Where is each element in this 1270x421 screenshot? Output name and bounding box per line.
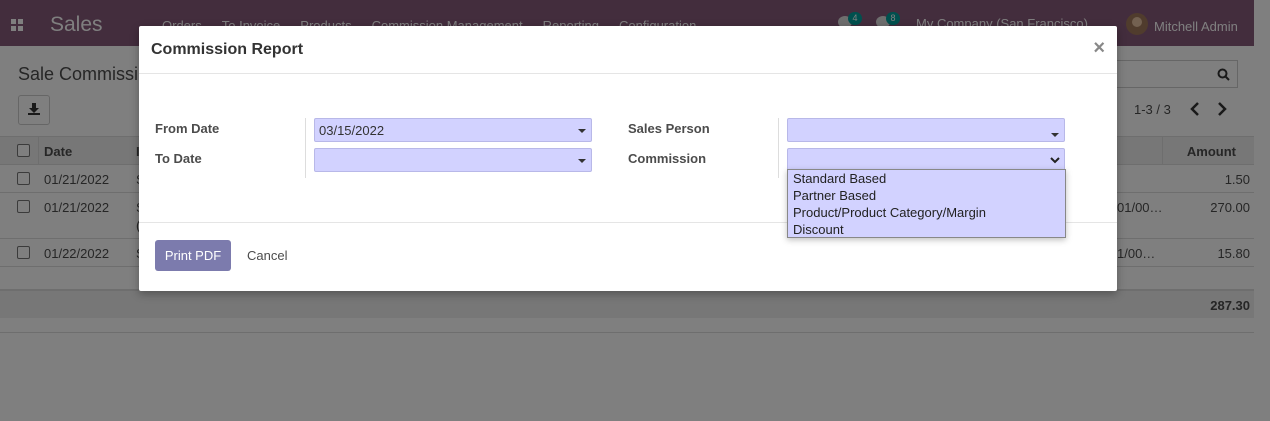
- from-date-value: 03/15/2022: [319, 123, 385, 138]
- modal-header: Commission Report ×: [139, 26, 1117, 74]
- from-date-field[interactable]: 03/15/2022: [314, 118, 592, 142]
- chevron-down-icon: [1050, 157, 1060, 164]
- from-date-label: From Date: [155, 121, 220, 136]
- sales-person-label: Sales Person: [628, 121, 710, 136]
- option-discount[interactable]: Discount: [788, 221, 1065, 238]
- option-product-category-margin[interactable]: Product/Product Category/Margin: [788, 204, 1065, 221]
- close-icon[interactable]: ×: [1093, 37, 1105, 60]
- to-date-label: To Date: [155, 151, 202, 166]
- option-standard-based[interactable]: Standard Based: [788, 170, 1065, 187]
- commission-options-list: Standard Based Partner Based Product/Pro…: [787, 169, 1066, 238]
- commission-label: Commission: [628, 151, 707, 166]
- chevron-down-icon: [578, 129, 586, 133]
- print-pdf-button[interactable]: Print PDF: [155, 240, 231, 271]
- option-partner-based[interactable]: Partner Based: [788, 187, 1065, 204]
- chevron-down-icon: [578, 159, 586, 163]
- commission-report-dialog: Commission Report × From Date To Date 03…: [139, 26, 1117, 291]
- chevron-down-icon: [1051, 133, 1059, 137]
- cancel-button[interactable]: Cancel: [247, 248, 287, 263]
- to-date-field[interactable]: [314, 148, 592, 172]
- modal-title: Commission Report: [151, 41, 304, 58]
- sales-person-field[interactable]: [787, 118, 1065, 142]
